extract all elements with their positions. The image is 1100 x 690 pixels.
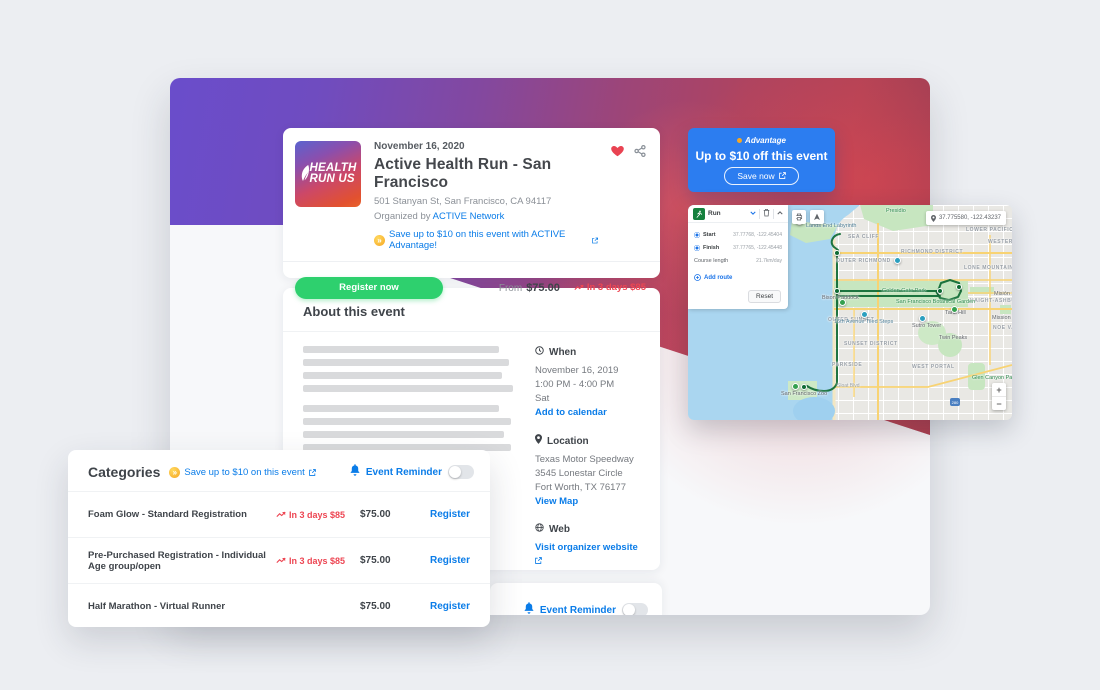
categories-heading: Categories bbox=[88, 464, 160, 480]
category-row: Foam Glow - Standard RegistrationIn 3 da… bbox=[68, 492, 490, 537]
event-reminder: Event Reminder bbox=[350, 463, 474, 481]
clock-icon bbox=[535, 346, 544, 360]
category-rows: Foam Glow - Standard RegistrationIn 3 da… bbox=[68, 492, 490, 629]
categories-promo-link[interactable]: » Save up to $10 on this event bbox=[169, 467, 315, 478]
location-section: Location Texas Motor Speedway 3545 Lones… bbox=[535, 434, 640, 509]
web-label: Web bbox=[549, 523, 570, 537]
location-name: Texas Motor Speedway bbox=[535, 453, 640, 467]
trend-up-icon bbox=[574, 284, 584, 291]
collapse-panel-icon[interactable] bbox=[777, 211, 783, 217]
external-link-icon bbox=[309, 469, 316, 476]
when-date: November 16, 2019 bbox=[535, 364, 640, 378]
external-link-icon bbox=[592, 237, 598, 244]
category-name: Pre-Purchased Registration - Individual … bbox=[88, 550, 276, 572]
view-map-link[interactable]: View Map bbox=[535, 496, 578, 507]
event-reminder-label: Event Reminder bbox=[540, 605, 616, 616]
coin-icon: » bbox=[169, 467, 180, 478]
advantage-promo-card: Advantage Up to $10 off this event Save … bbox=[688, 128, 835, 192]
bell-icon bbox=[350, 463, 360, 481]
print-map-button[interactable] bbox=[792, 210, 806, 224]
organizer-line: Organized by ACTIVE Network bbox=[374, 211, 598, 222]
external-link-icon bbox=[779, 172, 786, 179]
category-price: $75.00 bbox=[360, 509, 422, 520]
share-icon[interactable] bbox=[634, 144, 646, 162]
advantage-logo-icon bbox=[737, 138, 742, 143]
navigation-button[interactable] bbox=[810, 210, 824, 224]
register-link[interactable]: Register bbox=[422, 601, 470, 612]
advantage-banner[interactable]: » Save up to $10 on this event with ACTI… bbox=[374, 229, 598, 251]
course-length-row: Course length 21.7km/day bbox=[694, 254, 782, 267]
category-name: Foam Glow - Standard Registration bbox=[88, 509, 276, 520]
register-now-button[interactable]: Register now bbox=[295, 277, 443, 299]
event-reminder-toggle[interactable] bbox=[622, 603, 648, 615]
organizer-link[interactable]: ACTIVE Network bbox=[433, 211, 505, 222]
route-panel: Run Start 37.77768, -122.45404 Finish 37… bbox=[688, 205, 788, 309]
coordinates-chip: 37.775580, -122.43237 bbox=[926, 211, 1006, 225]
pin-icon bbox=[931, 215, 936, 222]
bell-icon bbox=[524, 601, 534, 615]
location-street: 3545 Lonestar Circle bbox=[535, 467, 640, 481]
finish-row: Finish 37.77765, -122.45448 bbox=[694, 241, 782, 254]
trend-up-icon bbox=[276, 511, 286, 518]
run-activity-icon bbox=[693, 208, 705, 220]
trend-up-icon bbox=[276, 557, 286, 564]
save-now-button[interactable]: Save now bbox=[724, 167, 798, 185]
when-time: 1:00 PM - 4:00 PM bbox=[535, 378, 640, 392]
location-city: Fort Worth, TX 76177 bbox=[535, 481, 640, 495]
register-link[interactable]: Register bbox=[422, 555, 470, 566]
price-increase: In 3 days $85 bbox=[574, 282, 646, 293]
start-row: Start 37.77768, -122.45404 bbox=[694, 228, 782, 241]
category-row: Half Marathon - Virtual Runner $75.00Regi… bbox=[68, 583, 490, 629]
globe-icon bbox=[535, 523, 544, 537]
web-section: Web Visit organizer website bbox=[535, 523, 640, 569]
add-route-button[interactable]: Add route bbox=[694, 274, 788, 281]
plus-circle-icon bbox=[694, 274, 701, 281]
activity-select[interactable]: Run bbox=[708, 210, 747, 217]
trash-icon[interactable] bbox=[763, 208, 770, 219]
reset-button[interactable]: Reset bbox=[748, 290, 781, 303]
organizer-website-link[interactable]: Visit organizer website bbox=[535, 542, 638, 567]
map-zoom-control: + − bbox=[992, 383, 1006, 410]
add-to-calendar-link[interactable]: Add to calendar bbox=[535, 407, 607, 418]
price-increase: In 3 days $85 bbox=[276, 556, 360, 566]
zoom-in-button[interactable]: + bbox=[992, 383, 1006, 396]
start-point-icon bbox=[694, 232, 700, 238]
event-address: 501 Stanyan St, San Francisco, CA 94117 bbox=[374, 196, 598, 207]
finish-point-icon bbox=[694, 245, 700, 251]
event-date: November 16, 2020 bbox=[374, 141, 598, 152]
advantage-brand: Advantage bbox=[737, 136, 786, 145]
promo-headline: Up to $10 off this event bbox=[695, 149, 827, 163]
event-reminder-toggle[interactable] bbox=[448, 465, 474, 479]
advantage-link[interactable]: Save up to $10 on this event with ACTIVE… bbox=[389, 229, 588, 251]
location-label: Location bbox=[547, 435, 589, 449]
feather-icon bbox=[301, 165, 309, 186]
category-price: $75.00 bbox=[360, 555, 422, 566]
event-title: Active Health Run - San Francisco bbox=[374, 156, 598, 192]
chevron-down-icon[interactable] bbox=[750, 211, 756, 217]
event-summary-card: HEALTHRUN US November 16, 2020 Active He… bbox=[283, 128, 660, 278]
category-row: Pre-Purchased Registration - Individual … bbox=[68, 537, 490, 583]
coin-icon: » bbox=[374, 235, 385, 246]
event-reminder-bar: Event Reminder bbox=[490, 583, 662, 615]
price-increase: In 3 days $85 bbox=[276, 510, 360, 520]
event-reminder-label: Event Reminder bbox=[366, 467, 442, 478]
favorite-heart-icon[interactable] bbox=[611, 144, 624, 162]
event-logo: HEALTHRUN US bbox=[295, 141, 361, 207]
categories-card: Categories » Save up to $10 on this even… bbox=[68, 450, 490, 627]
when-label: When bbox=[549, 346, 576, 360]
location-pin-icon bbox=[535, 434, 542, 449]
register-link[interactable]: Register bbox=[422, 509, 470, 520]
when-section: When November 16, 2019 1:00 PM - 4:00 PM… bbox=[535, 346, 640, 420]
when-day: Sat bbox=[535, 392, 640, 406]
category-name: Half Marathon - Virtual Runner bbox=[88, 601, 276, 612]
desktop-background: Event Reminder About this event When Nov… bbox=[0, 0, 1100, 690]
price: From $75.00 bbox=[499, 282, 560, 294]
zoom-out-button[interactable]: − bbox=[992, 397, 1006, 410]
svg-text:280: 280 bbox=[952, 400, 959, 405]
category-price: $75.00 bbox=[360, 601, 422, 612]
map-card[interactable]: 280 SEA CLIFFOUTER RICHMONDRICHMOND DIST… bbox=[688, 205, 1012, 420]
